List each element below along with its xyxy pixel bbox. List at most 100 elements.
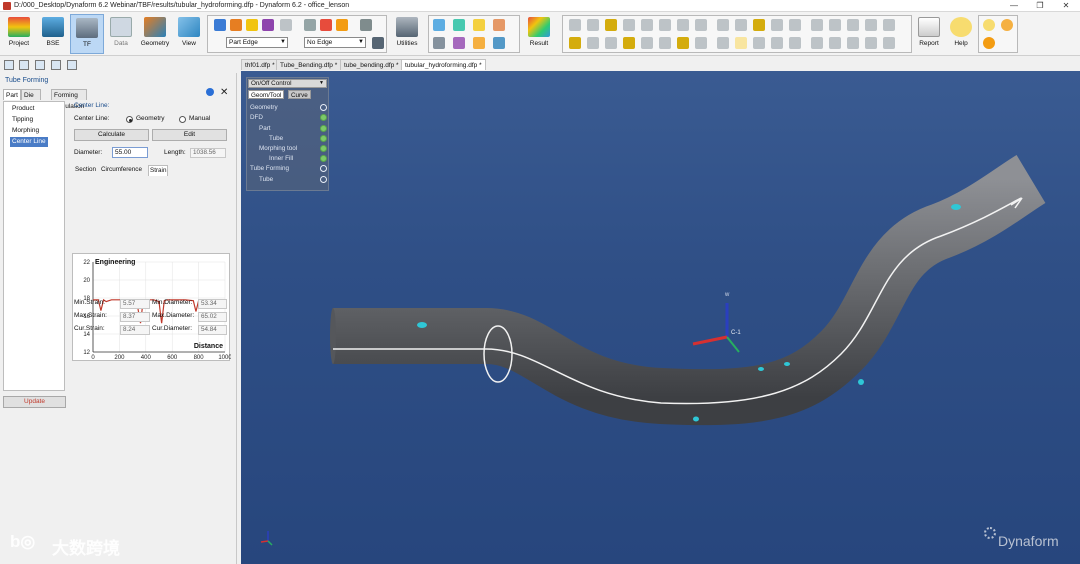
onoff-morphing-tool-toggle[interactable]	[320, 145, 327, 152]
tab-die-face[interactable]: Die Face	[21, 89, 42, 110]
zoom-icon[interactable]	[246, 19, 258, 31]
onoff-geometry[interactable]: Geometry	[250, 103, 278, 112]
tool-36-icon[interactable]	[883, 37, 895, 49]
file-tab-tubular-hydroforming[interactable]: tubular_hydroforming.dfp *	[401, 59, 486, 70]
utilities-button[interactable]: Utilities	[390, 14, 424, 54]
rotate-icon[interactable]	[214, 19, 226, 31]
folder-icon[interactable]	[336, 19, 348, 31]
data-button[interactable]: Data	[104, 14, 138, 54]
tool-31-icon[interactable]	[789, 37, 801, 49]
maximize-button[interactable]: ❐	[1027, 0, 1053, 12]
eraser-icon[interactable]	[320, 19, 332, 31]
tf-button[interactable]: TF	[70, 14, 104, 54]
tree-item-morphing[interactable]: Morphing	[10, 126, 41, 136]
tool-35-icon[interactable]	[865, 37, 877, 49]
tool-28-icon[interactable]	[735, 37, 747, 49]
geometry-radio[interactable]	[126, 116, 133, 123]
erase-icon[interactable]	[280, 19, 292, 31]
file-tab-tube-bending-2[interactable]: tube_bending.dfp *	[340, 59, 403, 70]
project-button[interactable]: Project	[2, 14, 36, 54]
tree-item-tipping[interactable]: Tipping	[10, 115, 35, 125]
tab-part[interactable]: Part	[3, 89, 21, 100]
tool-24-icon[interactable]	[659, 37, 671, 49]
edge-select[interactable]: No Edge ▼	[304, 37, 366, 48]
transform-icon[interactable]	[493, 19, 505, 31]
tree-item-center-line[interactable]: Center Line	[10, 137, 48, 147]
tool-25-icon[interactable]	[677, 37, 689, 49]
tab-geom-tool[interactable]: Geom/Tool	[248, 90, 285, 99]
part-edge-select[interactable]: Part Edge ▼	[226, 37, 288, 48]
manual-radio[interactable]	[179, 116, 186, 123]
display-icon[interactable]	[372, 37, 384, 49]
tool-10-icon[interactable]	[735, 19, 747, 31]
onoff-morphing-tool[interactable]: Morphing tool	[259, 144, 297, 153]
file-tab-tube-bending-1[interactable]: Tube_Bending.dfp *	[276, 59, 342, 70]
globe-icon[interactable]	[983, 37, 995, 49]
tool-29-icon[interactable]	[753, 37, 765, 49]
tool-14-icon[interactable]	[811, 19, 823, 31]
tool-9-icon[interactable]	[717, 19, 729, 31]
open-icon[interactable]	[19, 60, 29, 70]
onoff-part-tube[interactable]: Tube	[269, 134, 283, 143]
copy-icon[interactable]	[360, 19, 372, 31]
tool-2-icon[interactable]	[587, 19, 599, 31]
surface-icon[interactable]	[453, 19, 465, 31]
tool-13-icon[interactable]	[789, 19, 801, 31]
node-icon[interactable]	[453, 37, 465, 49]
onoff-part-toggle[interactable]	[320, 125, 327, 132]
file-tab-thf01[interactable]: thf01.dfp *	[241, 59, 279, 70]
close-button[interactable]: ✕	[1053, 0, 1079, 12]
tool-4-icon[interactable]	[623, 19, 635, 31]
tree-item-product[interactable]: Product	[10, 104, 36, 114]
tab-curve[interactable]: Curve	[288, 90, 311, 99]
new-icon[interactable]	[4, 60, 14, 70]
print-icon[interactable]	[67, 60, 77, 70]
onoff-inner-fill[interactable]: Inner Fill	[269, 154, 293, 163]
tool-30-icon[interactable]	[771, 37, 783, 49]
minimize-button[interactable]: —	[1001, 0, 1027, 12]
save-all-icon[interactable]	[51, 60, 61, 70]
tab-circumference[interactable]: Circumference	[100, 165, 143, 175]
geometry-button[interactable]: Geometry	[138, 14, 172, 54]
tool-11-icon[interactable]	[753, 19, 765, 31]
tool-23-icon[interactable]	[641, 37, 653, 49]
scissors-icon[interactable]	[304, 19, 316, 31]
onoff-tube[interactable]: Tube	[259, 175, 273, 184]
tool-21-icon[interactable]	[605, 37, 617, 49]
tool-20-icon[interactable]	[587, 37, 599, 49]
tool-12-icon[interactable]	[771, 19, 783, 31]
tool-32-icon[interactable]	[811, 37, 823, 49]
tool-33-icon[interactable]	[829, 37, 841, 49]
curve-icon[interactable]	[433, 19, 445, 31]
panel-close-icon[interactable]: ✕	[220, 87, 228, 98]
onoff-dfd-toggle[interactable]	[320, 114, 327, 121]
tool-7-icon[interactable]	[677, 19, 689, 31]
mesh-icon[interactable]	[473, 19, 485, 31]
tab-forming-simulation[interactable]: Forming Simulation	[51, 89, 88, 110]
pan-icon[interactable]	[230, 19, 242, 31]
tool-1-icon[interactable]	[569, 19, 581, 31]
report-button[interactable]: Report	[912, 14, 946, 54]
tool-17-icon[interactable]	[865, 19, 877, 31]
graphics-viewport[interactable]: w C-1 On/Off Control ▼ Geom/Tool Curve Ge…	[241, 71, 1080, 564]
onoff-geometry-toggle[interactable]	[320, 104, 327, 111]
tab-strain[interactable]: Strain	[148, 165, 169, 176]
tool-15-icon[interactable]	[829, 19, 841, 31]
view-button[interactable]: View	[172, 14, 206, 54]
update-button[interactable]: Update	[3, 396, 66, 408]
tool-19-icon[interactable]	[569, 37, 581, 49]
calculate-button[interactable]: Calculate	[74, 129, 149, 141]
tool-18-icon[interactable]	[883, 19, 895, 31]
onoff-tube-forming[interactable]: Tube Forming	[250, 164, 289, 173]
measure-icon[interactable]	[433, 37, 445, 49]
tool-5-icon[interactable]	[641, 19, 653, 31]
help-button[interactable]: Help	[944, 14, 978, 54]
result-button[interactable]: Result	[522, 14, 556, 54]
tool-22-icon[interactable]	[623, 37, 635, 49]
tool-16-icon[interactable]	[847, 19, 859, 31]
diameter-input[interactable]: 55.00	[112, 147, 148, 158]
bse-button[interactable]: BSE	[36, 14, 70, 54]
question-icon[interactable]	[983, 19, 995, 31]
tool-3-icon[interactable]	[605, 19, 617, 31]
tool-34-icon[interactable]	[847, 37, 859, 49]
